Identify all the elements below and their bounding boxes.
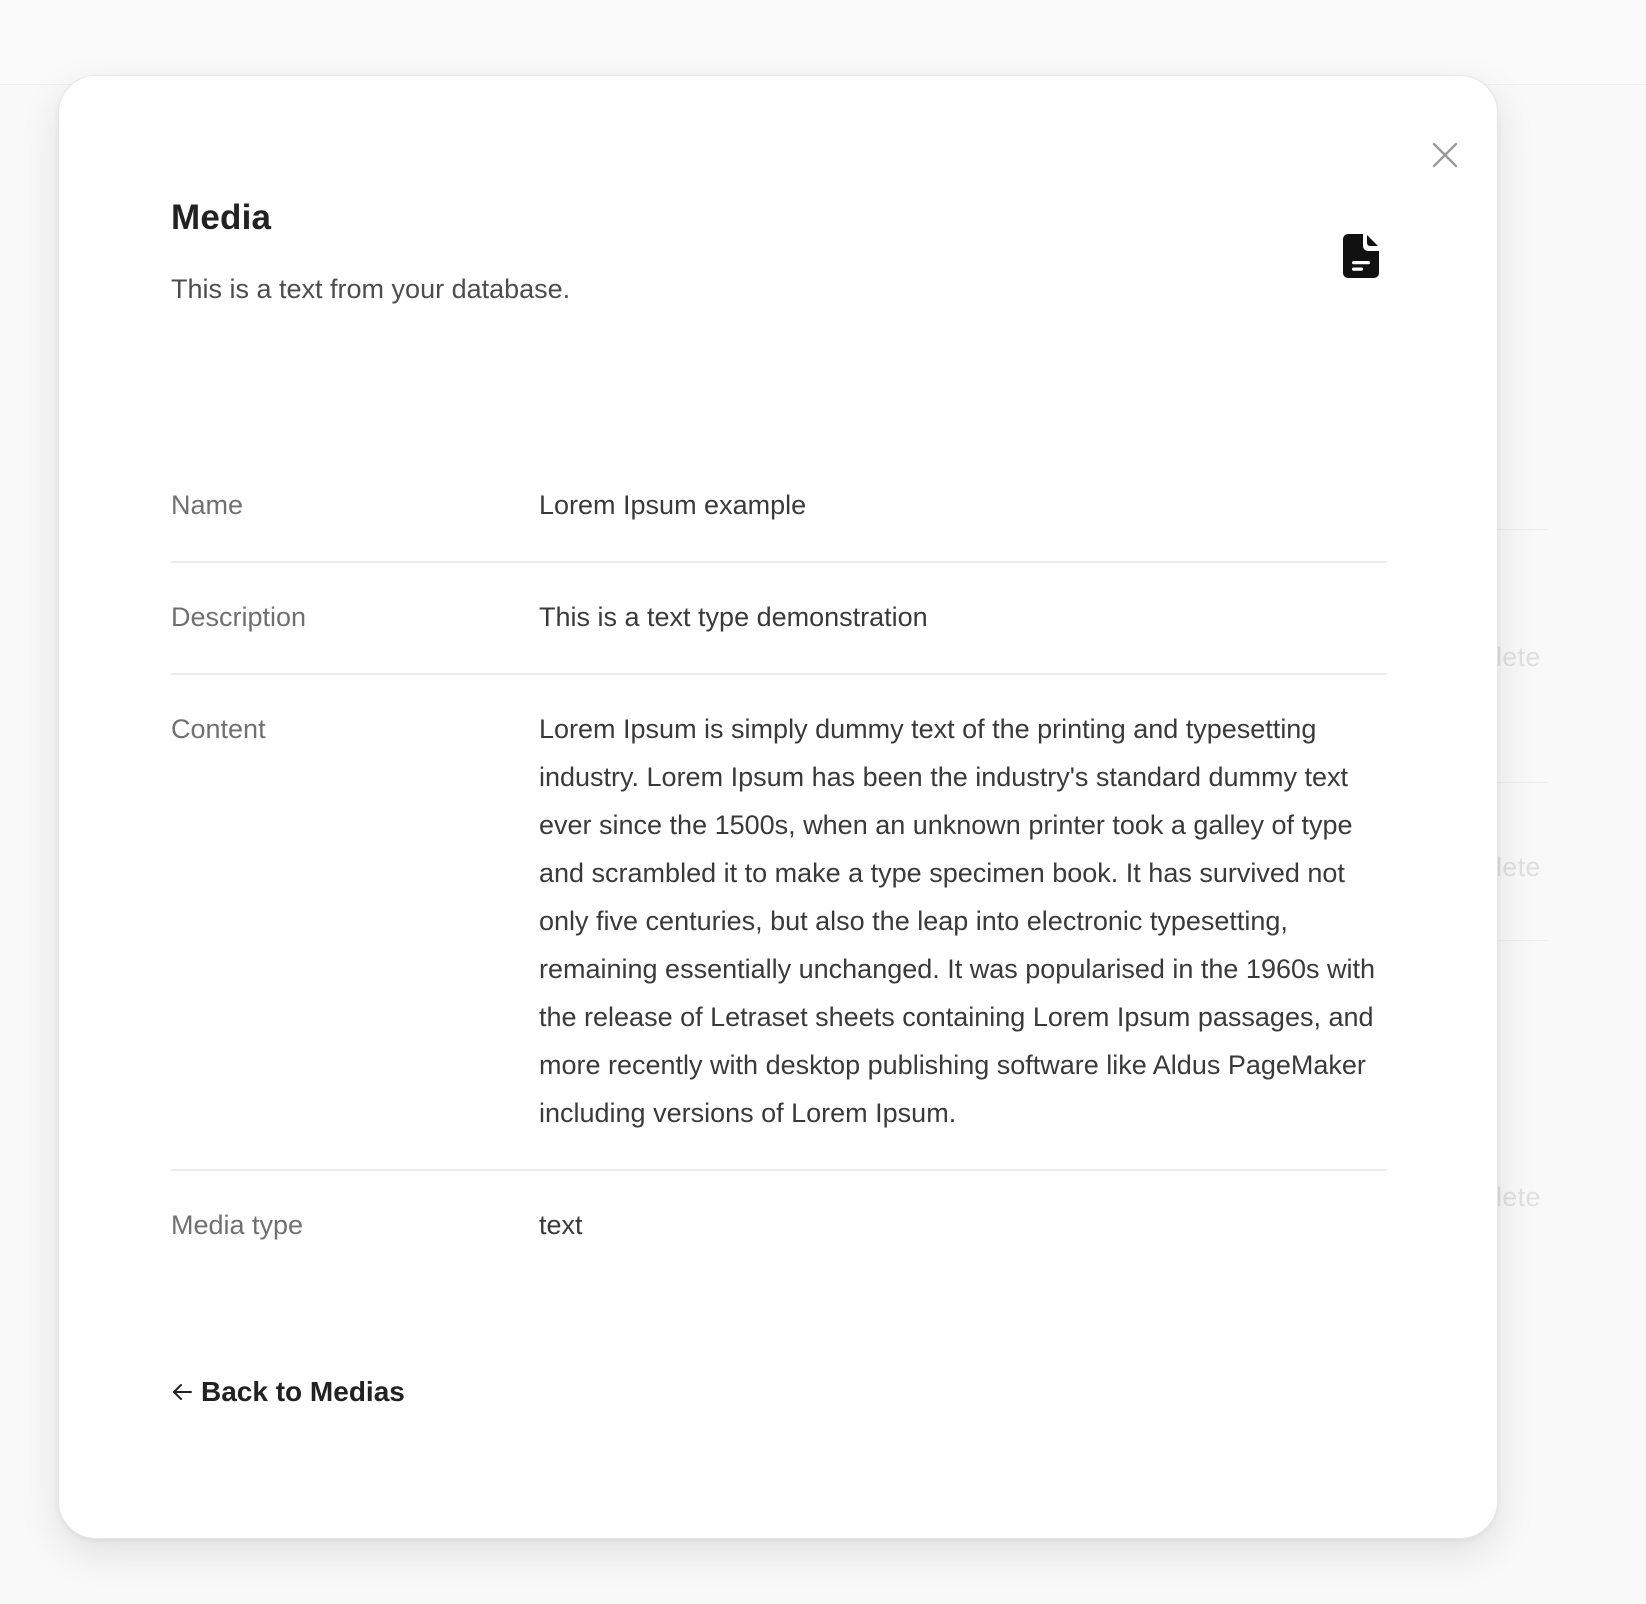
- close-icon: [1432, 142, 1458, 168]
- detail-label: Description: [171, 602, 307, 632]
- background-row-divider: [1496, 782, 1548, 783]
- detail-value: text: [539, 1210, 583, 1240]
- back-link-label: Back to Medias: [201, 1376, 405, 1407]
- detail-row-description: Description This is a text type demonstr…: [171, 563, 1387, 675]
- detail-row-name: Name Lorem Ipsum example: [171, 451, 1387, 563]
- arrow-left-icon: [171, 1381, 193, 1403]
- detail-row-media-type: Media type text: [171, 1171, 1387, 1281]
- modal-subtitle: This is a text from your database.: [171, 274, 571, 304]
- document-text-icon: [1343, 234, 1379, 278]
- close-button[interactable]: [1424, 134, 1466, 176]
- background-topbar: [0, 0, 1646, 85]
- detail-value: This is a text type demonstration: [539, 602, 928, 632]
- background-row-divider: [1496, 529, 1548, 530]
- background-delete-button[interactable]: lete: [1496, 852, 1541, 883]
- back-to-medias-link[interactable]: Back to Medias: [171, 1376, 405, 1408]
- detail-label: Name: [171, 490, 244, 520]
- detail-value: Lorem Ipsum is simply dummy text of the …: [539, 714, 1376, 1128]
- modal-title: Media: [171, 198, 272, 237]
- background-delete-button[interactable]: lete: [1496, 1182, 1541, 1213]
- detail-value: Lorem Ipsum example: [539, 490, 807, 520]
- detail-label: Media type: [171, 1210, 304, 1240]
- detail-row-content: Content Lorem Ipsum is simply dummy text…: [171, 675, 1387, 1171]
- background-row-divider: [1496, 940, 1548, 941]
- background-delete-button[interactable]: lete: [1496, 642, 1541, 673]
- detail-label: Content: [171, 714, 266, 744]
- media-details-list: Name Lorem Ipsum example Description Thi…: [171, 451, 1387, 1281]
- media-detail-modal: Media This is a text from your database.…: [58, 75, 1498, 1539]
